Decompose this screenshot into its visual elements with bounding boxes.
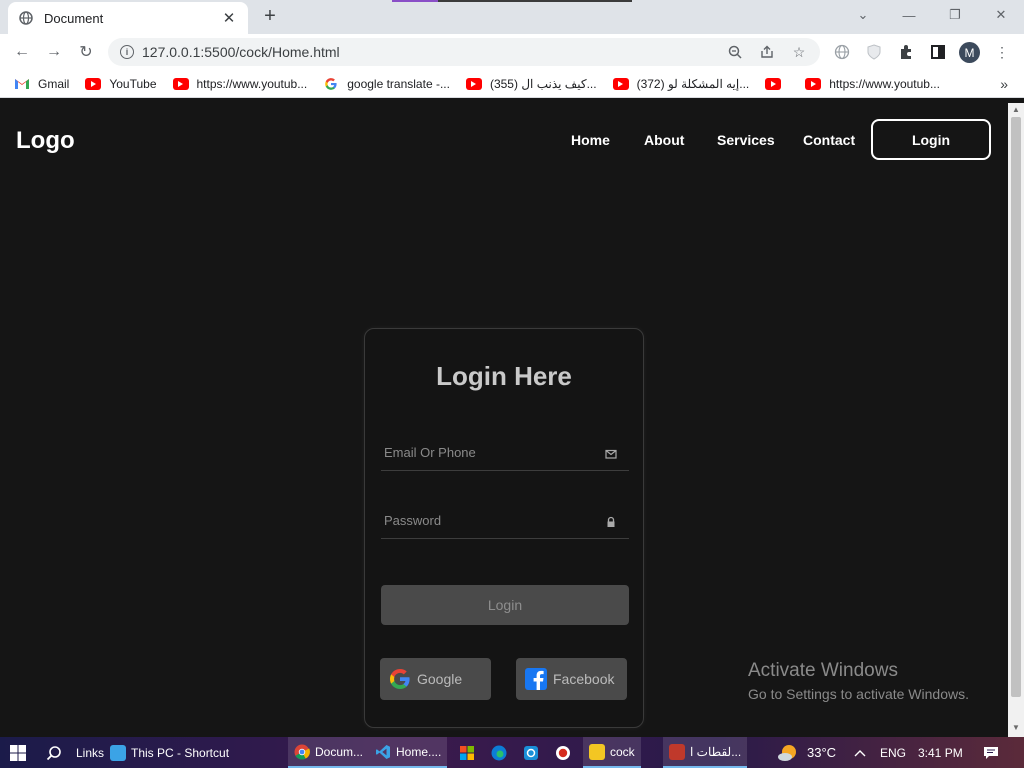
gmail-icon [14,78,30,90]
bookmark-youtube[interactable]: YouTube [85,77,157,91]
tab-search-icon[interactable]: ⌄ [851,4,875,26]
clock-time[interactable]: 3:41 PM [918,737,963,768]
bookmark-youtube-link[interactable]: https://www.youtub... [172,77,307,91]
taskbar-folder-cock[interactable]: cock [583,737,641,768]
email-field-wrapper [381,435,629,471]
bookmark-youtube-link-2[interactable]: https://www.youtub... [805,77,940,91]
youtube-icon [172,77,189,90]
lock-icon [605,515,617,527]
google-label: Google [417,671,463,687]
new-tab-icon[interactable]: + [258,4,282,28]
facebook-login-button[interactable]: Facebook [516,658,627,700]
photos-icon[interactable] [523,737,539,768]
weather-icon[interactable] [777,737,799,768]
zoom-icon[interactable] [724,41,746,63]
bookmark-star-icon[interactable]: ☆ [788,41,810,63]
web-icon[interactable] [832,42,852,62]
bookmark-youtube-unnamed[interactable] [765,77,789,90]
youtube-icon [765,77,782,90]
youtube-icon [612,77,629,90]
profile-avatar[interactable]: M [959,42,980,63]
address-bar[interactable]: i 127.0.0.1:5500/cock/Home.html ☆ [108,38,820,66]
chrome-icon [294,744,310,760]
taskbar-chrome[interactable]: Docum... [288,737,370,768]
taskbar-links[interactable]: Links [76,737,104,768]
site-info-icon[interactable]: i [120,45,134,59]
tab-strip-indicator [392,0,632,2]
envelope-icon [605,447,617,459]
windows-taskbar: Links This PC - Shortcut Docum... Home..… [0,737,1024,768]
browser-tab[interactable]: Document ✕ [8,2,248,34]
snip-icon [669,743,685,760]
taskbar-snip[interactable]: لقطات ا... [663,737,748,768]
youtube-icon [465,77,482,90]
page-scrollbar[interactable]: ▲ ▼ [1008,103,1024,737]
nav-about[interactable]: About [644,132,684,148]
record-icon[interactable] [555,737,571,768]
globe-icon [18,10,34,26]
restore-icon[interactable]: ❐ [943,4,967,26]
search-icon[interactable] [46,737,62,768]
folder-icon [589,743,605,760]
store-icon[interactable] [459,737,475,768]
share-icon[interactable] [756,41,778,63]
site-logo[interactable]: Logo [16,127,75,155]
weather-temperature: 33°C [807,745,837,760]
bookmark-google-translate[interactable]: google translate -... [323,77,450,91]
nav-services[interactable]: Services [717,132,775,148]
vscode-icon [375,744,391,760]
google-login-button[interactable]: Google [380,658,491,700]
minimize-icon[interactable]: — [897,4,921,26]
menu-kebab-icon[interactable]: ⋮ [992,42,1012,62]
reload-icon[interactable]: ↻ [74,40,98,64]
forward-icon[interactable]: → [42,40,66,64]
login-submit-button[interactable]: Login [381,585,629,625]
email-input[interactable] [381,435,601,469]
monitor-icon [110,744,126,761]
bookmark-youtube-arabic-1[interactable]: (355) كيف يذنب ال... [465,77,597,91]
language-indicator[interactable]: ENG [880,737,906,768]
url-text[interactable]: 127.0.0.1:5500/cock/Home.html [142,44,724,60]
login-card: Login Here Login Google Facebook [364,328,644,728]
web-page: Logo Home About Services Contact Login L… [0,103,1008,737]
chevron-double-right-icon[interactable]: » [1000,76,1008,92]
notification-icon[interactable] [983,737,999,768]
scrollbar-thumb[interactable] [1011,117,1021,697]
windows-start-icon[interactable] [10,737,26,768]
nav-login-button[interactable]: Login [871,119,991,160]
password-input[interactable] [381,503,601,537]
activate-windows-watermark: Activate Windows Go to Settings to activ… [748,660,969,702]
taskbar-this-pc[interactable]: This PC - Shortcut [110,737,229,768]
edge-icon[interactable] [491,737,507,768]
shield-icon[interactable] [864,42,884,62]
youtube-icon [805,77,822,90]
activate-subtitle: Go to Settings to activate Windows. [748,686,969,702]
password-field-wrapper [381,503,629,539]
bookmarks-bar: Gmail YouTube https://www.youtub... goog… [0,70,1024,98]
taskbar-vscode[interactable]: Home.... [369,737,448,768]
scroll-down-icon[interactable]: ▼ [1008,723,1024,735]
activate-title: Activate Windows [748,660,898,681]
close-tab-icon[interactable]: ✕ [220,9,238,27]
tab-title: Document [44,10,104,26]
facebook-label: Facebook [553,671,615,687]
close-window-icon[interactable]: ✕ [989,4,1013,26]
tab-bar: Document ✕ + ⌄ — ❐ ✕ [0,0,1024,34]
login-title: Login Here [436,361,572,391]
extensions-puzzle-icon[interactable] [896,42,916,62]
nav-contact[interactable]: Contact [803,132,855,148]
google-icon [388,667,412,691]
back-icon[interactable]: ← [10,40,34,64]
facebook-icon [524,667,548,691]
bookmark-gmail[interactable]: Gmail [14,77,69,91]
browser-toolbar: ← → ↻ i 127.0.0.1:5500/cock/Home.html ☆ … [0,34,1024,70]
youtube-icon [85,77,102,90]
google-icon [323,77,339,90]
side-panel-icon[interactable] [928,42,948,62]
scroll-up-icon[interactable]: ▲ [1008,105,1024,117]
nav-home[interactable]: Home [571,132,610,148]
chevron-up-icon[interactable] [854,737,866,768]
bookmark-youtube-arabic-2[interactable]: (372) إيه المشكلة لو... [612,77,749,91]
